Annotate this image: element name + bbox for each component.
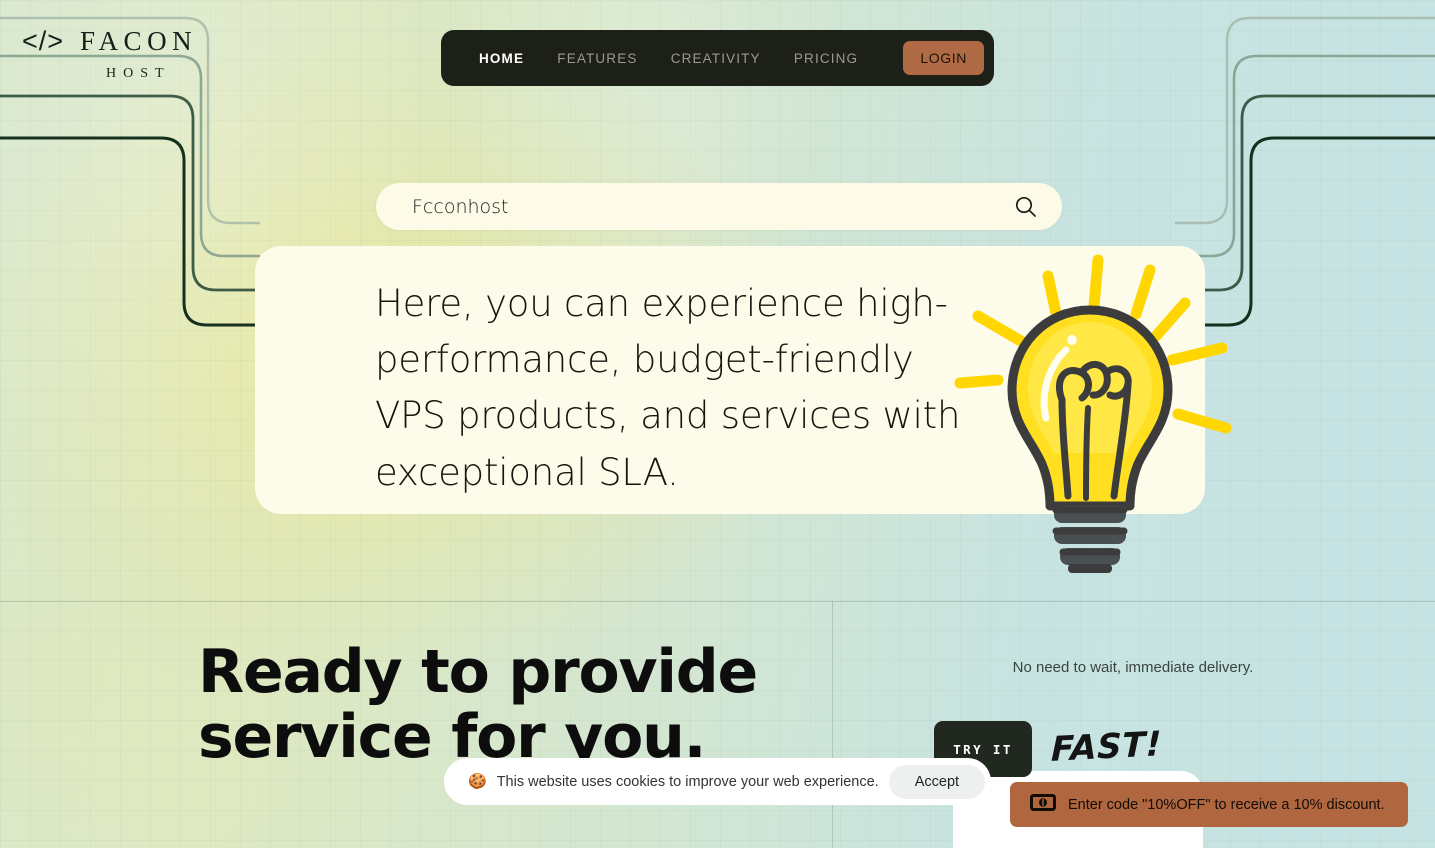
brand-subtitle: HOST — [106, 66, 171, 81]
cookie-accept-button[interactable]: Accept — [888, 764, 986, 799]
discount-banner[interactable]: Enter code "10%OFF" to receive a 10% dis… — [1010, 782, 1408, 827]
nav-item-creativity[interactable]: CREATIVITY — [671, 43, 761, 74]
page-title: Ready to provide service for you. — [198, 637, 758, 772]
cookie-icon: 🍪 — [468, 773, 487, 790]
code-bracket-icon: </> — [22, 26, 65, 56]
brand-logo-row: </> FACON — [22, 28, 197, 55]
banknote-icon — [1030, 793, 1056, 816]
search-bar[interactable] — [376, 183, 1062, 230]
cookie-consent-banner: 🍪 This website uses cookies to improve y… — [444, 758, 991, 805]
login-button[interactable]: LOGIN — [903, 41, 984, 75]
site-header: </> FACON HOST HOME FEATURES CREATIVITY … — [0, 0, 1435, 115]
brand-name: FACON — [80, 26, 198, 56]
cookie-message: This website uses cookies to improve you… — [496, 773, 879, 790]
hero-headline: Here, you can experience high-performanc… — [375, 282, 961, 494]
hero-card: Here, you can experience high-performanc… — [255, 246, 1205, 514]
search-icon[interactable] — [1013, 194, 1038, 219]
delivery-note: No need to wait, immediate delivery. — [1012, 659, 1254, 676]
nav-item-pricing[interactable]: PRICING — [794, 43, 858, 74]
nav-item-home[interactable]: HOME — [479, 43, 524, 74]
page-root: </> FACON HOST HOME FEATURES CREATIVITY … — [0, 0, 1435, 848]
brand-logo[interactable]: </> FACON HOST — [22, 28, 197, 82]
nav-item-features[interactable]: FEATURES — [557, 43, 637, 74]
main-navigation: HOME FEATURES CREATIVITY PRICING LOGIN — [441, 30, 994, 86]
fast-label: FAST! — [1050, 724, 1163, 770]
search-input[interactable] — [412, 195, 1013, 218]
discount-message: Enter code "10%OFF" to receive a 10% dis… — [1068, 796, 1385, 813]
